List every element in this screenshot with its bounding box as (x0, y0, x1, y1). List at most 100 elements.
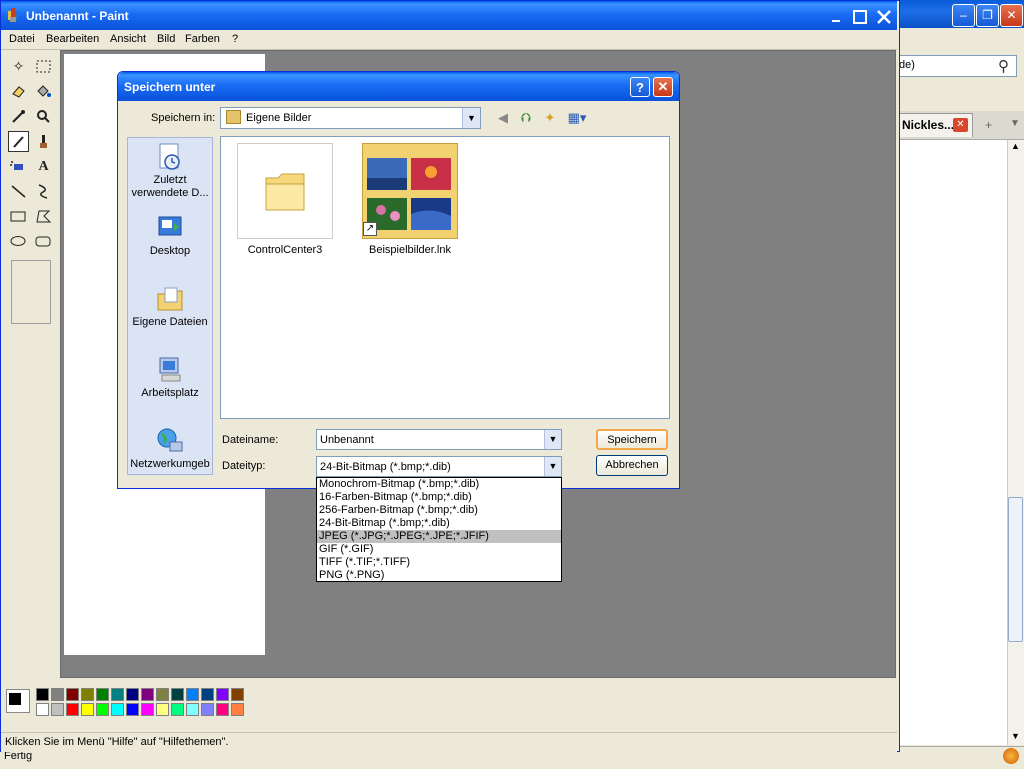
color-swatch[interactable] (96, 688, 109, 701)
new-tab-icon[interactable]: + (985, 118, 992, 132)
paint-window-title: Unbenannt - Paint (26, 9, 129, 23)
tab-close-icon[interactable]: ✕ (953, 118, 968, 132)
color-swatch[interactable] (81, 688, 94, 701)
scroll-up-icon[interactable]: ▲ (1009, 141, 1022, 155)
color-swatch[interactable] (156, 703, 169, 716)
restore-icon[interactable]: ❐ (976, 4, 999, 27)
menu-farben[interactable]: Farben (185, 33, 220, 45)
color-swatch[interactable] (111, 688, 124, 701)
menu-bearbeiten[interactable]: Bearbeiten (46, 33, 99, 45)
chevron-down-icon[interactable]: ▼ (544, 430, 561, 449)
color-swatch[interactable] (171, 703, 184, 716)
cancel-button[interactable]: Abbrechen (596, 455, 668, 476)
eraser-icon[interactable] (8, 81, 29, 102)
view-menu-icon[interactable]: ▦▾ (565, 109, 589, 127)
menu-bild[interactable]: Bild (157, 33, 175, 45)
color-swatch[interactable] (216, 688, 229, 701)
filetype-option[interactable]: 24-Bit-Bitmap (*.bmp;*.dib) (317, 517, 561, 530)
browser-tab-label: Nickles... (902, 118, 955, 132)
close-icon[interactable]: ✕ (1000, 4, 1023, 27)
dialog-close-button[interactable]: ✕ (653, 77, 673, 97)
menu-help[interactable]: ? (232, 33, 238, 45)
brush-icon[interactable] (33, 131, 54, 152)
up-folder-icon[interactable]: ⮉ (517, 109, 535, 127)
browser-scrollbar-thumb[interactable] (1008, 497, 1023, 642)
color-swatch[interactable] (186, 703, 199, 716)
new-folder-icon[interactable]: ✦ (541, 109, 559, 127)
back-icon[interactable]: ◀ (494, 109, 512, 127)
file-name[interactable]: ControlCenter3 (225, 244, 345, 256)
filetype-option[interactable]: PNG (*.PNG) (317, 569, 561, 582)
filetype-option[interactable]: 256-Farben-Bitmap (*.bmp;*.dib) (317, 504, 561, 517)
color-swatch[interactable] (96, 703, 109, 716)
color-swatch[interactable] (216, 703, 229, 716)
rounded-rect-icon[interactable] (33, 231, 54, 252)
color-swatch[interactable] (126, 688, 139, 701)
place-network[interactable]: Netzwerkumgeb (127, 426, 213, 471)
free-select-icon[interactable]: ✧ (8, 56, 29, 77)
filetype-option[interactable]: 16-Farben-Bitmap (*.bmp;*.dib) (317, 491, 561, 504)
color-swatch[interactable] (51, 688, 64, 701)
rect-select-icon[interactable] (33, 56, 54, 77)
image-folder-icon (367, 158, 451, 230)
color-swatch[interactable] (36, 703, 49, 716)
color-swatch[interactable] (171, 688, 184, 701)
color-swatch[interactable] (231, 688, 244, 701)
browser-scrollbar[interactable] (1007, 140, 1024, 745)
place-my-computer[interactable]: Arbeitsplatz (127, 355, 213, 400)
color-swatch[interactable] (141, 703, 154, 716)
place-my-documents[interactable]: Eigene Dateien (127, 284, 213, 329)
chevron-down-icon[interactable]: ▼ (462, 108, 480, 128)
magnifier-icon[interactable] (33, 106, 54, 127)
paint-minimize-button[interactable] (826, 7, 846, 27)
save-button[interactable]: Speichern (596, 429, 668, 450)
color-swatch[interactable] (66, 688, 79, 701)
eyedropper-icon[interactable] (8, 106, 29, 127)
scroll-down-icon[interactable]: ▼ (1009, 731, 1022, 745)
color-swatch[interactable] (141, 688, 154, 701)
color-swatch[interactable] (81, 703, 94, 716)
search-icon[interactable]: ⚲ (998, 57, 1009, 75)
color-swatch[interactable] (66, 703, 79, 716)
menu-ansicht[interactable]: Ansicht (110, 33, 146, 45)
color-swatch[interactable] (156, 688, 169, 701)
fill-icon[interactable] (33, 81, 54, 102)
file-item-thumbnail[interactable] (237, 143, 333, 239)
filetype-option[interactable]: GIF (*.GIF) (317, 543, 561, 556)
color-swatch[interactable] (186, 688, 199, 701)
tool-options-box[interactable] (11, 260, 51, 324)
browser-search-text: de) (899, 59, 915, 71)
place-desktop[interactable]: Desktop (127, 213, 213, 258)
folder-icon (226, 110, 241, 124)
filetype-option[interactable]: TIFF (*.TIF;*.TIFF) (317, 556, 561, 569)
paint-titlebar[interactable] (1, 1, 897, 30)
paint-status-text: Klicken Sie im Menü "Hilfe" auf "Hilfeth… (5, 736, 229, 748)
color-swatch[interactable] (36, 688, 49, 701)
tab-list-icon[interactable]: ▼ (1010, 118, 1020, 129)
ellipse-icon[interactable] (8, 231, 29, 252)
chevron-down-icon[interactable]: ▼ (544, 457, 561, 476)
text-icon[interactable]: A (33, 156, 54, 177)
file-name[interactable]: Beispielbilder.lnk (350, 244, 470, 256)
color-swatch[interactable] (201, 688, 214, 701)
curve-icon[interactable] (33, 181, 54, 202)
line-icon[interactable] (8, 181, 29, 202)
pencil-icon[interactable] (8, 131, 29, 152)
minimize-icon[interactable]: – (952, 4, 975, 27)
place-recent[interactable]: Zuletzt verwendete D... (127, 142, 213, 200)
filetype-value: 24-Bit-Bitmap (*.bmp;*.dib) (320, 461, 451, 473)
polygon-icon[interactable] (33, 206, 54, 227)
filetype-option[interactable]: Monochrom-Bitmap (*.bmp;*.dib) (317, 478, 561, 491)
dialog-help-button[interactable]: ? (630, 77, 650, 97)
color-swatch[interactable] (201, 703, 214, 716)
rectangle-icon[interactable] (8, 206, 29, 227)
airbrush-icon[interactable] (8, 156, 29, 177)
paint-maximize-button[interactable] (850, 7, 870, 27)
color-swatch[interactable] (111, 703, 124, 716)
paint-close-button[interactable] (874, 7, 894, 27)
menu-datei[interactable]: Datei (9, 33, 35, 45)
color-swatch[interactable] (51, 703, 64, 716)
filetype-option[interactable]: JPEG (*.JPG;*.JPEG;*.JPE;*.JFIF) (317, 530, 561, 543)
color-swatch[interactable] (231, 703, 244, 716)
color-swatch[interactable] (126, 703, 139, 716)
